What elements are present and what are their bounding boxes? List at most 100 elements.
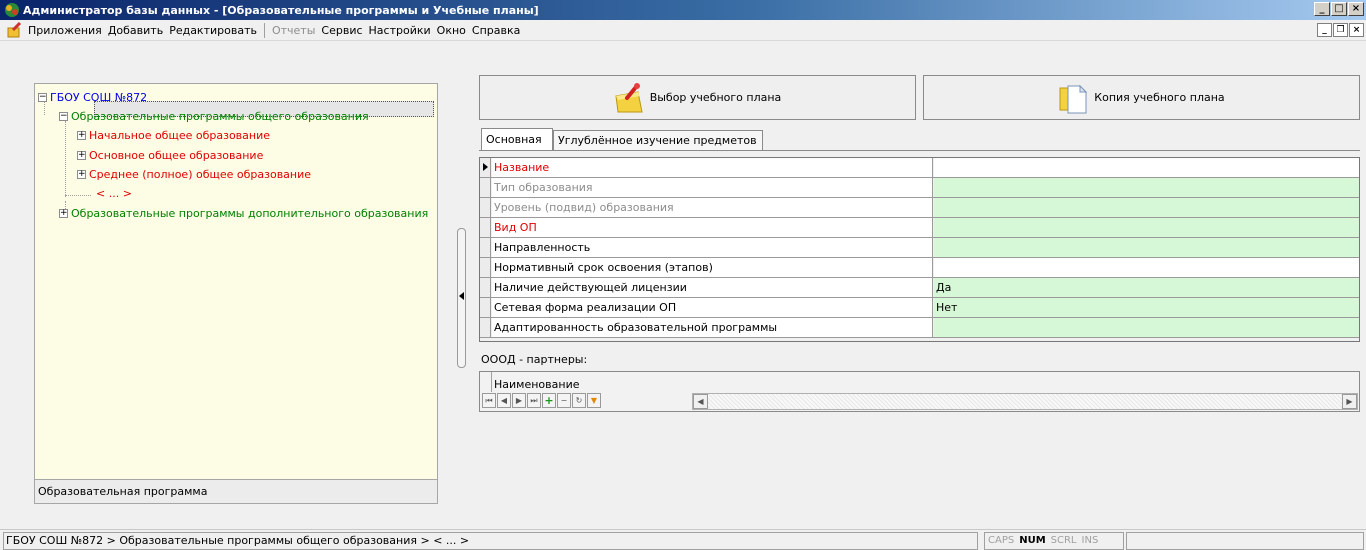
filter-icon[interactable]: ▼ (587, 393, 601, 408)
grid-value[interactable] (934, 178, 1359, 197)
scroll-right-icon[interactable]: ▶ (1342, 394, 1357, 409)
delete-record-icon[interactable]: − (557, 393, 571, 408)
next-record-icon[interactable]: ▶ (512, 393, 526, 408)
expand-icon[interactable]: + (77, 169, 86, 179)
caps-lock-indicator: CAPS (988, 535, 1015, 546)
num-lock-indicator: NUM (1019, 535, 1046, 546)
tree-node-label: Образовательные программы дополнительног… (71, 207, 429, 220)
collapse-icon[interactable]: − (38, 92, 47, 102)
tree-node-additional-programs[interactable]: + Образовательные программы дополнительно… (59, 206, 428, 221)
grid-value[interactable] (934, 218, 1359, 237)
tab-baseline (479, 150, 1360, 151)
property-grid[interactable]: Название Тип образования Уровень (подвид… (479, 157, 1360, 342)
tree-node-label: < ... > (96, 187, 132, 200)
collapse-icon[interactable]: − (59, 111, 68, 121)
tree-node-general-programs[interactable]: − Образовательные программы общего образо… (59, 109, 369, 124)
partners-label: ОООД - партнеры: (481, 353, 588, 366)
keyboard-status: CAPS NUM SCRL INS (984, 532, 1124, 550)
menu-window[interactable]: Окно (434, 24, 469, 37)
tree-node-root[interactable]: − ГБОУ СОШ №872 (38, 90, 147, 105)
menu-edit[interactable]: Редактировать (166, 24, 260, 37)
expand-icon[interactable]: + (77, 150, 86, 160)
grid-value[interactable] (934, 198, 1359, 217)
grid-label: Наличие действующей лицензии (492, 278, 933, 297)
insert-indicator: INS (1081, 535, 1099, 546)
grid-row-network-form[interactable]: Сетевая форма реализации ОП Нет (480, 298, 1359, 318)
menu-help[interactable]: Справка (469, 24, 523, 37)
grid-value[interactable]: Да (934, 278, 1359, 297)
menu-service[interactable]: Сервис (318, 24, 365, 37)
tree-node-label: ГБОУ СОШ №872 (50, 91, 148, 104)
grid-label: Направленность (492, 238, 933, 257)
refresh-icon[interactable]: ↻ (572, 393, 586, 408)
title-bar: Администратор базы данных - [Образовател… (0, 0, 1366, 20)
prev-record-icon[interactable]: ◀ (497, 393, 511, 408)
close-button[interactable]: × (1348, 2, 1364, 16)
first-record-icon[interactable]: ⏮ (482, 393, 496, 408)
row-indicator (480, 298, 491, 317)
row-indicator (480, 218, 491, 237)
horizontal-scrollbar[interactable]: ◀ ▶ (692, 393, 1358, 410)
applications-icon[interactable] (6, 21, 22, 38)
grid-value[interactable] (934, 318, 1359, 337)
mdi-restore-button[interactable]: ❐ (1333, 23, 1348, 37)
tree-node-secondary[interactable]: + Среднее (полное) общее образование (77, 167, 311, 182)
copy-plan-button[interactable]: Копия учебного плана (923, 75, 1360, 120)
select-plan-button[interactable]: Выбор учебного плана (479, 75, 916, 120)
menu-applications[interactable]: Приложения (25, 24, 105, 37)
grid-row-license[interactable]: Наличие действующей лицензии Да (480, 278, 1359, 298)
grid-label: Сетевая форма реализации ОП (492, 298, 933, 317)
partners-navigator: ⏮ ◀ ▶ ⏭ + − ↻ ▼ (482, 393, 601, 410)
row-indicator (480, 318, 491, 337)
maximize-button[interactable]: □ (1331, 2, 1347, 16)
select-plan-label: Выбор учебного плана (649, 91, 782, 104)
status-breadcrumb: ГБОУ СОШ №872 > Образовательные программ… (3, 532, 978, 550)
grid-value[interactable] (934, 158, 1359, 177)
row-indicator (480, 278, 491, 297)
tree-node-label: Основное общее образование (89, 149, 264, 162)
add-record-icon[interactable]: + (542, 393, 556, 408)
status-bar: ГБОУ СОШ №872 > Образовательные программ… (0, 529, 1366, 550)
menu-reports[interactable]: Отчеты (269, 24, 318, 37)
panel-splitter[interactable] (457, 228, 466, 368)
mdi-minimize-button[interactable]: _ (1317, 23, 1332, 37)
tab-in-depth-study[interactable]: Углублённое изучение предметов (553, 130, 763, 150)
current-row-icon (483, 163, 488, 171)
row-indicator (480, 258, 491, 277)
grid-row-adapted[interactable]: Адаптированность образовательной програм… (480, 318, 1359, 338)
grid-row-duration[interactable]: Нормативный срок освоения (этапов) (480, 258, 1359, 278)
collapse-arrow-icon[interactable] (459, 292, 464, 300)
database-app-icon (4, 2, 20, 18)
grid-value[interactable] (934, 258, 1359, 277)
grid-value[interactable]: Нет (934, 298, 1359, 317)
partners-grid[interactable]: Наименование ⏮ ◀ ▶ ⏭ + − ↻ ▼ ◀ ▶ (479, 371, 1360, 412)
grid-label: Тип образования (492, 178, 933, 197)
tab-main[interactable]: Основная (481, 128, 553, 151)
grid-value[interactable] (934, 238, 1359, 257)
grid-row-program-kind[interactable]: Вид ОП (480, 218, 1359, 238)
status-panel (1126, 532, 1364, 550)
tree-connector (65, 195, 91, 196)
tree-node-basic[interactable]: + Основное общее образование (77, 148, 263, 163)
scroll-left-icon[interactable]: ◀ (693, 394, 708, 409)
menu-settings[interactable]: Настройки (366, 24, 434, 37)
expand-icon[interactable]: + (59, 208, 68, 218)
grid-row-orientation[interactable]: Направленность (480, 238, 1359, 258)
row-indicator (480, 178, 491, 197)
grid-row-name[interactable]: Название (480, 158, 1359, 178)
grid-row-education-level[interactable]: Уровень (подвид) образования (480, 198, 1359, 218)
menu-bar: Приложения Добавить Редактировать Отчеты… (0, 20, 1366, 41)
tree-node-placeholder[interactable]: < ... > (96, 186, 132, 201)
minimize-button[interactable]: _ (1314, 2, 1330, 16)
tree-node-primary[interactable]: + Начальное общее образование (77, 128, 270, 143)
partners-column-header[interactable]: Наименование (494, 378, 579, 391)
last-record-icon[interactable]: ⏭ (527, 393, 541, 408)
row-indicator (480, 238, 491, 257)
grid-label: Название (492, 158, 933, 177)
scroll-lock-indicator: SCRL (1050, 535, 1077, 546)
tree-connector (65, 121, 66, 197)
expand-icon[interactable]: + (77, 130, 86, 140)
grid-row-education-type[interactable]: Тип образования (480, 178, 1359, 198)
mdi-close-button[interactable]: × (1349, 23, 1364, 37)
menu-add[interactable]: Добавить (105, 24, 166, 37)
